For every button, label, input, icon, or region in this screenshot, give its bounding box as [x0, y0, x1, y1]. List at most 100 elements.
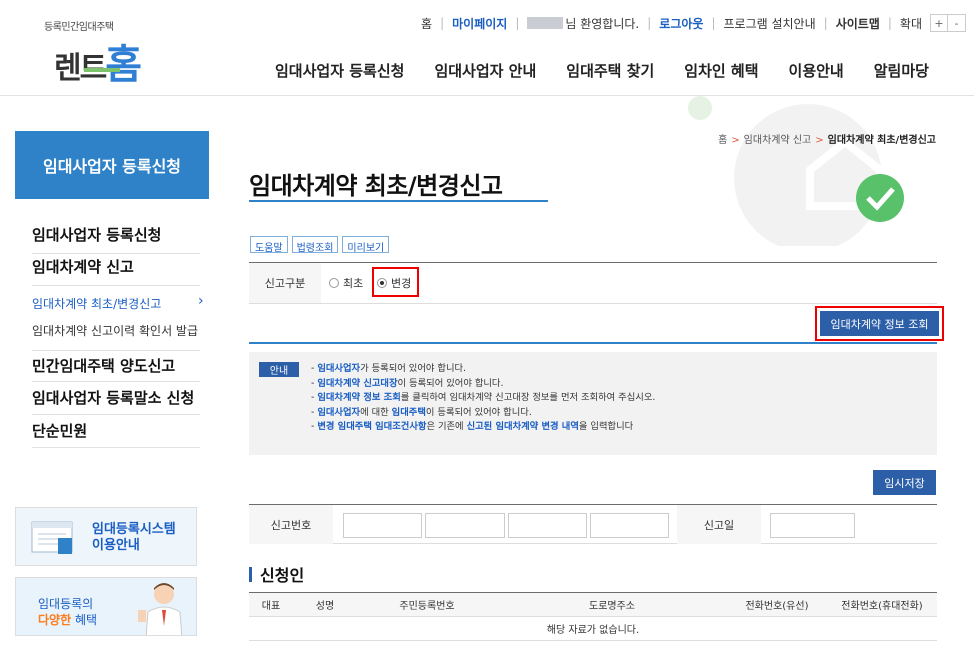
help-button[interactable]: 도움말 — [250, 236, 288, 254]
benefits-banner[interactable]: 임대등록의 다양한 혜택 — [15, 577, 197, 636]
report-date-field[interactable] — [770, 513, 855, 538]
utility-nav: 홈 | 마이페이지 | 님 환영합니다. | 로그아웃 | 프로그램 설치안내 … — [421, 13, 966, 33]
notice-text: 이 등록되어 있어야 합니다. — [425, 406, 532, 418]
house-check-decoration-icon — [688, 96, 904, 246]
system-guide-banner[interactable]: 임대등록시스템 이용안내 — [15, 507, 197, 566]
divider: | — [823, 16, 828, 30]
notice-text: 을 입력합니다 — [578, 421, 634, 433]
welcome-text: 님 환영합니다. — [565, 16, 640, 31]
zoom-in-button[interactable]: + — [931, 15, 948, 31]
notice-highlight: 임대사업자 — [317, 406, 361, 418]
banner-benefits-text: 임대등록의 다양한 혜택 — [38, 596, 97, 628]
document-icon — [31, 521, 73, 554]
report-type-row: 신고구분 최초 변경 — [249, 262, 937, 304]
banner1-line2: 이용안내 — [92, 538, 140, 553]
column-header: 대표 — [249, 592, 293, 617]
applicant-table: 대표 성명 주민등록번호 도로명주소 전화번호(유선) 전화번호(휴대전화) 해… — [249, 592, 937, 641]
logo-subtitle: 등록민간임대주택 — [44, 22, 114, 33]
sidebar-item-contract-report[interactable]: 임대차계약 신고 — [32, 254, 200, 286]
notice-highlight: 임대차계약 신고대장 — [317, 377, 398, 389]
gnb-item-tenant-benefits[interactable]: 임차인 혜택 — [684, 60, 758, 81]
notice-text: 에 대한 — [360, 406, 392, 418]
util-home-link[interactable]: 홈 — [421, 15, 432, 32]
divider: | — [887, 16, 892, 30]
report-number-part4[interactable] — [590, 513, 669, 538]
breadcrumb-separator: > — [815, 135, 824, 146]
notice-highlight: 임대사업자 — [317, 363, 361, 374]
empty-message: 해당 자료가 없습니다. — [249, 616, 937, 641]
gnb-item-find-housing[interactable]: 임대주택 찾기 — [566, 60, 654, 81]
gnb-item-guide[interactable]: 임대사업자 안내 — [434, 60, 536, 81]
notice-highlight: 신고된 임대차계약 변경 내역 — [466, 421, 579, 433]
logo-title-b: 홈 — [105, 42, 142, 88]
breadcrumb-level1[interactable]: 임대차계약 신고 — [744, 135, 812, 146]
table-row: 해당 자료가 없습니다. — [249, 616, 937, 641]
notice-line: - 임대차계약 정보 조회를 클릭하여 임대차계약 신고대장 정보를 먼저 조회… — [311, 392, 656, 404]
sidebar-item-register[interactable]: 임대사업자 등록신청 — [32, 222, 200, 254]
breadcrumb-separator: > — [731, 135, 740, 146]
notice-text: 이 등록되어 있어야 합니다. — [397, 377, 504, 389]
banner2-line1: 임대등록의 — [38, 597, 94, 611]
zoom-label: 확대 — [899, 16, 922, 31]
law-lookup-button[interactable]: 법령조회 — [291, 236, 339, 254]
zoom-out-button[interactable]: - — [948, 15, 965, 31]
divider: | — [647, 16, 652, 30]
sidebar-menu: 임대사업자 등록신청 임대차계약 신고 — [32, 222, 200, 286]
util-install-link[interactable]: 프로그램 설치안내 — [724, 15, 816, 32]
divider: | — [711, 16, 716, 30]
section-bar — [249, 566, 252, 582]
report-number-part3[interactable] — [508, 513, 587, 538]
temp-save-button[interactable]: 임시저장 — [873, 470, 936, 495]
breadcrumb: 홈 > 임대차계약 신고 > 임대차계약 최초/변경신고 — [718, 131, 936, 146]
notice-lines: - 임대사업자가 등록되어 있어야 합니다. - 임대차계약 신고대장이 등록되… — [311, 362, 655, 435]
sidebar-item-deregistration[interactable]: 임대사업자 등록말소 신청 — [32, 383, 200, 415]
breadcrumb-home[interactable]: 홈 — [718, 135, 727, 146]
notice-line: - 임대사업자가 등록되어 있어야 합니다. — [311, 363, 466, 374]
notice-line: - 임대사업자에 대한 임대주택이 등록되어 있어야 합니다. — [311, 406, 532, 418]
zoom-controls: + - — [930, 14, 966, 32]
chevron-right-icon: › — [198, 293, 204, 309]
helper-buttons: 도움말 법령조회 미리보기 — [250, 236, 393, 254]
breadcrumb-current: 임대차계약 최초/변경신고 — [827, 135, 936, 146]
util-sitemap-link[interactable]: 사이트맵 — [836, 15, 880, 32]
util-mypage-link[interactable]: 마이페이지 — [452, 15, 507, 32]
table-header-row: 대표 성명 주민등록번호 도로명주소 전화번호(유선) 전화번호(휴대전화) — [249, 592, 937, 617]
radio-initial-label: 최초 — [343, 277, 364, 290]
report-type-label: 신고구분 — [249, 263, 321, 303]
notice-box: 안내 - 임대사업자가 등록되어 있어야 합니다. - 임대차계약 신고대장이 … — [249, 352, 937, 455]
site-logo[interactable]: 등록민간임대주택 렌트홈 — [40, 10, 170, 88]
notice-text: 를 클릭하여 임대차계약 신고대장 정보를 먼저 조회하여 주십시오. — [400, 392, 656, 404]
notice-text: 가 등록되어 있어야 합니다. — [360, 363, 466, 374]
highlight-box-query-button — [815, 306, 944, 341]
column-header: 도로명주소 — [497, 592, 727, 617]
report-number-label: 신고번호 — [249, 505, 333, 544]
column-header: 전화번호(휴대전화) — [827, 592, 937, 617]
column-header: 전화번호(유선) — [727, 592, 827, 617]
sidebar-item-transfer-report[interactable]: 민간임대주택 양도신고 — [32, 350, 200, 382]
report-number-part2[interactable] — [425, 513, 505, 538]
report-number-part1[interactable] — [343, 513, 422, 538]
sidebar-item-simple-petition[interactable]: 단순민원 — [32, 416, 200, 448]
masked-username — [527, 17, 564, 29]
gnb-item-register[interactable]: 임대사업자 등록신청 — [275, 60, 404, 81]
report-date-label: 신고일 — [677, 505, 761, 544]
notice-highlight: 변경 임대주택 임대조건사항 — [317, 421, 427, 433]
notice-text: 은 기존에 — [426, 421, 467, 433]
notice-highlight: 임대차계약 정보 조회 — [317, 392, 401, 404]
divider: | — [440, 16, 445, 30]
sidebar-subitem-history-certificate[interactable]: 임대차계약 신고이력 확인서 발급 — [32, 322, 198, 339]
gnb-item-usage-guide[interactable]: 이용안내 — [789, 60, 844, 81]
notice-badge: 안내 — [259, 362, 299, 377]
notice-line: - 임대차계약 신고대장이 등록되어 있어야 합니다. — [311, 377, 504, 389]
banner-system-guide-text: 임대등록시스템 이용안내 — [92, 522, 176, 554]
divider: | — [515, 16, 520, 30]
column-header: 주민등록번호 — [357, 592, 497, 617]
util-logout-link[interactable]: 로그아웃 — [659, 15, 703, 32]
notice-highlight: 임대주택 — [391, 406, 426, 418]
radio-initial[interactable]: 최초 — [329, 275, 363, 291]
sidebar-subitem-initial-change-report[interactable]: 임대차계약 최초/변경신고 — [32, 295, 161, 312]
main-nav: 임대사업자 등록신청 임대사업자 안내 임대주택 찾기 임차인 혜택 이용안내 … — [275, 60, 929, 81]
gnb-item-notices[interactable]: 알림마당 — [874, 60, 929, 81]
person-illustration-icon — [138, 583, 183, 635]
preview-button[interactable]: 미리보기 — [342, 236, 390, 254]
